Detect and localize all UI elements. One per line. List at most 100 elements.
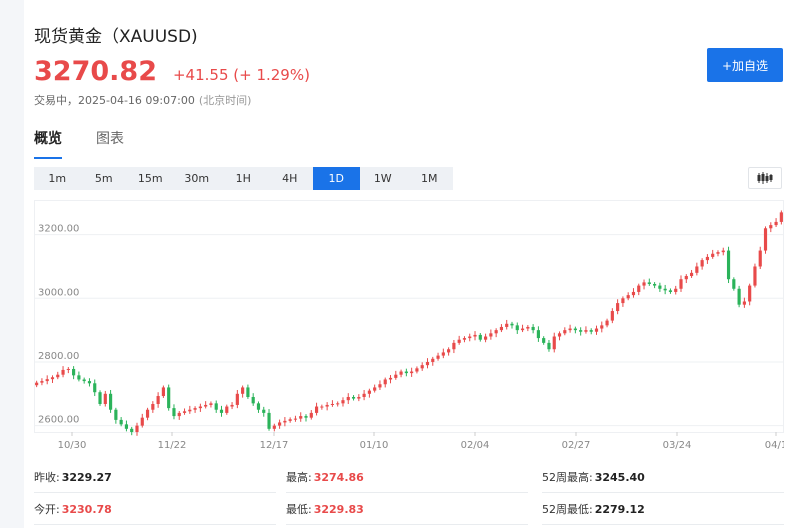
candle	[367, 388, 371, 398]
candle	[726, 246, 731, 284]
period-1d[interactable]: 1D	[313, 167, 360, 190]
period-30m[interactable]: 30m	[174, 167, 221, 190]
candle	[552, 332, 556, 353]
stat-value: 3229.27	[61, 470, 112, 484]
candle	[293, 415, 298, 422]
candle	[124, 420, 129, 432]
candle	[452, 340, 456, 354]
candle	[267, 409, 271, 431]
candle	[272, 423, 276, 432]
candle	[605, 318, 609, 328]
candle	[399, 369, 403, 378]
candle	[188, 405, 192, 414]
candle	[40, 378, 44, 386]
candle	[87, 378, 92, 387]
candle	[631, 288, 636, 298]
period-selector: 1m 5m 15m 30m 1H 4H 1D 1W 1M	[34, 167, 453, 190]
candle	[431, 356, 435, 366]
candle	[705, 254, 709, 264]
stat-low: 最低: 3229.83	[286, 494, 528, 525]
y-tick-label: 2800.00	[38, 351, 79, 362]
add-to-watchlist-button[interactable]: +加自选	[707, 48, 783, 82]
candle	[579, 327, 583, 336]
candle	[684, 274, 688, 284]
candle	[109, 389, 113, 413]
candle	[679, 275, 683, 292]
candle	[151, 401, 155, 413]
price-chart[interactable]: 2600.00 2800.00 3000.00 3200.00 10/30 11/22 12…	[34, 200, 784, 458]
candle	[663, 284, 667, 295]
candle	[568, 324, 572, 333]
candle	[520, 324, 525, 333]
stat-value: 3230.78	[61, 502, 112, 516]
candle	[119, 417, 123, 427]
stats-row-1: 昨收: 3229.27 最高: 3274.86 52周最高: 3245.40	[34, 462, 784, 493]
stat-high: 最高: 3274.86	[286, 462, 528, 493]
candle	[404, 368, 408, 377]
candle	[415, 366, 419, 374]
period-4h[interactable]: 4H	[267, 167, 314, 190]
period-1h[interactable]: 1H	[220, 167, 267, 190]
candle	[61, 366, 65, 378]
candle	[394, 370, 398, 380]
x-tick-label: 04/1	[765, 440, 784, 451]
candle	[769, 222, 773, 233]
candle	[288, 417, 292, 423]
candle	[388, 375, 393, 384]
candle	[700, 258, 704, 270]
candle	[610, 308, 614, 324]
candle	[711, 249, 715, 259]
candle	[172, 404, 176, 420]
stat-label: 今开:	[34, 503, 60, 516]
stats-row-2: 今开: 3230.78 最低: 3229.83 52周最低: 2279.12	[34, 494, 784, 525]
candle	[753, 263, 757, 288]
candle	[320, 404, 324, 410]
status-text: 交易中，2025-04-16 09:07:00	[34, 94, 195, 107]
candle	[219, 405, 224, 417]
period-5m[interactable]: 5m	[81, 167, 128, 190]
candle	[98, 390, 102, 406]
x-tick-label: 11/22	[158, 440, 187, 451]
candle	[758, 246, 762, 270]
candle	[135, 422, 139, 436]
period-1w[interactable]: 1W	[360, 167, 407, 190]
candle	[763, 226, 768, 254]
candle	[716, 250, 720, 257]
candle	[72, 366, 76, 380]
trading-status: 交易中，2025-04-16 09:07:00 (北京时间)	[34, 92, 251, 108]
y-tick-label: 3000.00	[38, 287, 79, 298]
candle	[214, 400, 218, 413]
left-edge-panel	[0, 0, 24, 528]
candle	[309, 410, 313, 420]
candle	[732, 277, 736, 291]
candle	[447, 347, 451, 356]
tab-chart[interactable]: 图表	[96, 128, 124, 159]
candle	[235, 389, 239, 409]
candle	[93, 379, 97, 397]
candle	[204, 401, 208, 409]
candle	[573, 326, 577, 334]
x-tick-label: 03/24	[663, 440, 692, 451]
stat-value: 3229.83	[313, 502, 364, 516]
tab-overview[interactable]: 概览	[34, 128, 62, 159]
stat-label: 昨收:	[34, 471, 60, 484]
stat-value: 3274.86	[313, 470, 364, 484]
candle	[50, 375, 55, 383]
period-15m[interactable]: 15m	[127, 167, 174, 190]
timezone-note: (北京时间)	[198, 94, 252, 107]
candle	[420, 362, 424, 371]
candle	[478, 333, 482, 342]
current-price: 3270.82	[34, 56, 157, 87]
period-1mo[interactable]: 1M	[406, 167, 453, 190]
period-1m[interactable]: 1m	[34, 167, 81, 190]
x-tick-label: 02/27	[562, 440, 591, 451]
candle	[425, 358, 430, 369]
candle	[589, 328, 593, 335]
candle	[114, 407, 118, 424]
chart-type-button[interactable]	[748, 167, 782, 189]
candle	[441, 348, 445, 359]
candle	[246, 384, 250, 399]
candle	[457, 335, 461, 345]
stat-label: 52周最低:	[542, 503, 593, 516]
stat-value: 3245.40	[594, 470, 645, 484]
